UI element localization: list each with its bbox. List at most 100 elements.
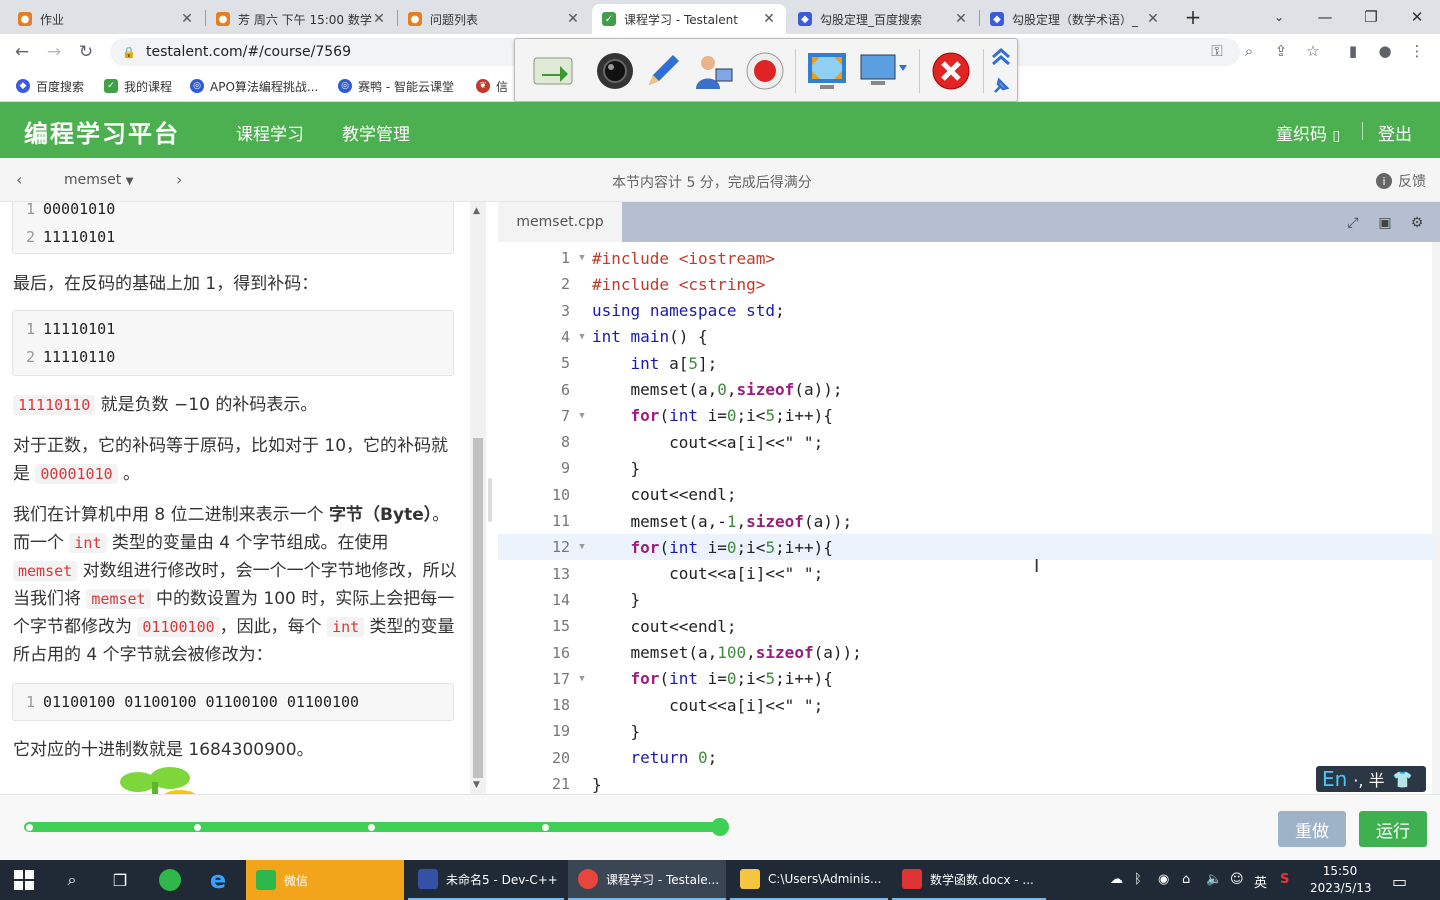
close-tab-icon[interactable]: ✕ — [372, 11, 386, 27]
back-arrow-icon[interactable]: ← — [10, 40, 34, 64]
browser-tab-baidu[interactable]: ◆ 勾股定理_百度搜索 ✕ — [788, 4, 978, 34]
next-lesson-chevron-icon[interactable]: › — [176, 170, 182, 189]
browser-360-icon[interactable] — [158, 868, 182, 892]
pin-icon[interactable] — [985, 73, 1017, 99]
code-line[interactable]: 13 cout<<a[i]<<" "; — [498, 561, 1434, 587]
progress-step[interactable] — [542, 824, 549, 831]
close-tab-icon[interactable]: ✕ — [566, 11, 580, 27]
close-tab-icon[interactable]: ✕ — [762, 11, 776, 27]
record-button-icon[interactable] — [743, 49, 787, 93]
prev-lesson-chevron-icon[interactable]: ‹ — [16, 170, 22, 189]
fold-arrow-icon[interactable]: ▼ — [572, 332, 592, 342]
code-line[interactable]: 5 int a[5]; — [498, 350, 1434, 376]
close-toolbar-icon[interactable] — [929, 49, 973, 93]
code-line[interactable]: 16 memset(a,100,sizeof(a)); — [498, 640, 1434, 666]
zoom-icon[interactable]: ⌕ — [1238, 42, 1260, 60]
progress-knob[interactable] — [711, 818, 729, 836]
file-tab[interactable]: memset.cpp — [498, 202, 622, 242]
ime-tray-text[interactable]: 英 — [1254, 872, 1267, 891]
pen-icon[interactable] — [641, 49, 685, 93]
code-line[interactable]: 18 cout<<a[i]<<" "; — [498, 692, 1434, 718]
fold-arrow-icon[interactable]: ▼ — [572, 542, 592, 552]
code-line[interactable]: 11 memset(a,-1,sizeof(a)); — [498, 508, 1434, 534]
code-line[interactable]: 10 cout<<endl; — [498, 482, 1434, 508]
feedback-button[interactable]: i 反馈 — [1376, 171, 1426, 191]
code-line[interactable]: 6 memset(a,0,sizeof(a)); — [498, 377, 1434, 403]
bookmark-baidu[interactable]: ◆ 百度搜索 — [16, 77, 84, 95]
code-line[interactable]: 21} — [498, 771, 1434, 794]
scroll-up-arrow-icon[interactable]: ▲ — [473, 206, 480, 216]
new-tab-button[interactable]: + — [1170, 0, 1216, 34]
bookmark-saiya[interactable]: ◎ 赛鸭 - 智能云课堂 — [338, 77, 454, 95]
user-name[interactable]: 童织码 ▯ — [1276, 120, 1340, 145]
input-method-icon[interactable]: ☺ — [1230, 872, 1244, 887]
presenter-icon[interactable] — [691, 49, 735, 93]
search-icon[interactable]: ⌕ — [60, 868, 84, 892]
browser-tab-course[interactable]: ✓ 课程学习 - Testalent ✕ — [592, 4, 786, 34]
logout-link[interactable]: 登出 — [1378, 120, 1412, 145]
pane-resize-handle[interactable] — [488, 478, 492, 522]
more-menu-icon[interactable]: ⋮ — [1406, 42, 1428, 60]
scroll-down-arrow-icon[interactable]: ▼ — [473, 780, 480, 790]
fullscreen-capture-icon[interactable] — [805, 49, 849, 93]
code-line[interactable]: 12 ▼ for(int i=0;i<5;i++){ — [498, 534, 1434, 561]
code-line[interactable]: 20 return 0; — [498, 745, 1434, 771]
browser-tab-baike[interactable]: ◆ 勾股定理（数学术语）_ ✕ — [980, 4, 1170, 34]
code-editor[interactable]: 1 ▼ #include <iostream> 2 #include <cstring>… — [498, 242, 1440, 794]
camera-lens-icon[interactable] — [593, 49, 637, 93]
lesson-selector[interactable]: memset ▼ — [64, 172, 133, 188]
restore-icon[interactable]: ❐ — [1348, 0, 1394, 34]
code-line[interactable]: 19 } — [498, 718, 1434, 744]
fold-arrow-icon[interactable]: ▼ — [572, 411, 592, 421]
network-icon[interactable]: ⌂ — [1182, 872, 1190, 887]
bookmark-xin[interactable]: ❦ 信 — [476, 77, 508, 95]
taskbar-app-wechat[interactable]: 微信 — [246, 860, 404, 900]
code-line[interactable]: 7 ▼ for(int i=0;i<5;i++){ — [498, 403, 1434, 429]
lesson-scrollbar[interactable]: ▲ ▼ — [470, 202, 486, 794]
redo-button[interactable]: 重做 — [1278, 811, 1346, 847]
side-panel-icon[interactable]: ▮ — [1342, 42, 1364, 60]
code-line[interactable]: 2 #include <cstring> — [498, 271, 1434, 297]
progress-step[interactable] — [26, 824, 33, 831]
scroll-thumb[interactable] — [473, 438, 483, 778]
close-window-icon[interactable]: ✕ — [1394, 0, 1440, 34]
taskbar-app-chrome[interactable]: 课程学习 - Testale... — [568, 860, 726, 900]
save-icon[interactable]: ▣ — [1376, 214, 1394, 232]
code-line[interactable]: 4 ▼ int main() { — [498, 324, 1434, 350]
taskbar-app-devcpp[interactable]: 未命名5 - Dev-C++ — [408, 860, 564, 900]
site-logo[interactable]: 编程学习平台 — [24, 114, 180, 149]
browser-tab-schedule[interactable]: ● 芳 周六 下午 15:00 数学 ✕ — [206, 4, 396, 34]
windows-start-icon[interactable] — [12, 868, 36, 892]
taskbar-app-wps[interactable]: 数学函数.docx - ... — [892, 860, 1046, 900]
fold-arrow-icon[interactable]: ▼ — [572, 253, 592, 263]
minimize-icon[interactable]: — — [1302, 0, 1348, 34]
code-line[interactable]: 17 ▼ for(int i=0;i<5;i++){ — [498, 666, 1434, 692]
run-button[interactable]: 运行 — [1359, 811, 1427, 847]
bookmark-my-courses[interactable]: ✓ 我的课程 — [104, 77, 172, 95]
forward-arrow-icon[interactable]: → — [42, 40, 66, 64]
collapse-up-icon[interactable] — [985, 43, 1017, 71]
wechat-tray-icon[interactable]: ◉ — [1158, 872, 1169, 887]
share-icon[interactable]: ⇪ — [1270, 42, 1292, 60]
return-arrow-icon[interactable] — [531, 49, 575, 93]
close-tab-icon[interactable]: ✕ — [954, 11, 968, 27]
system-clock[interactable]: 15:50 2023/5/13 — [1310, 863, 1372, 897]
code-line[interactable]: 9 } — [498, 455, 1434, 481]
code-line[interactable]: 8 cout<<a[i]<<" "; — [498, 429, 1434, 455]
tab-search-chevron-icon[interactable]: ⌄ — [1256, 0, 1302, 34]
bookmark-star-icon[interactable]: ☆ — [1302, 42, 1324, 60]
monitor-dropdown-icon[interactable] — [857, 49, 911, 93]
key-icon[interactable]: ⚿ — [1206, 42, 1228, 60]
notification-icon[interactable]: ▭ — [1392, 872, 1407, 891]
code-line[interactable]: 3 using namespace std; — [498, 298, 1434, 324]
cloud-icon[interactable]: ☁ — [1110, 872, 1123, 887]
close-tab-icon[interactable]: ✕ — [180, 11, 194, 27]
reload-icon[interactable]: ↻ — [74, 40, 98, 64]
close-tab-icon[interactable]: ✕ — [1146, 11, 1160, 27]
sogou-icon[interactable]: S — [1280, 872, 1289, 887]
fold-arrow-icon[interactable]: ▼ — [572, 674, 592, 684]
progress-step[interactable] — [368, 824, 375, 831]
code-line[interactable]: 1 ▼ #include <iostream> — [498, 245, 1434, 271]
ie-icon[interactable]: e — [206, 866, 230, 894]
task-view-icon[interactable]: ❒ — [108, 868, 132, 892]
